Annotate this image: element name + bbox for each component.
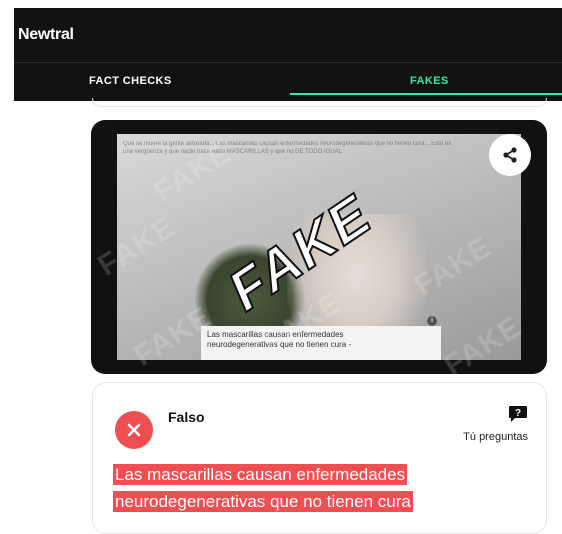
- fake-image-card[interactable]: Que se muere la gente asfixiada... Las m…: [91, 120, 547, 374]
- verdict-card: Falso ? Tú preguntas Las mascarillas cau…: [92, 382, 547, 534]
- question-chat-icon[interactable]: ?: [508, 405, 528, 423]
- newtral-logo[interactable]: Newtral: [18, 26, 74, 44]
- false-badge: [115, 411, 153, 449]
- tab-fact-checks[interactable]: FACT CHECKS: [89, 75, 172, 87]
- top-header: Newtral: [14, 8, 562, 62]
- verdict-label: Falso: [168, 409, 205, 425]
- tab-fakes[interactable]: FAKES: [410, 75, 449, 87]
- previous-card-edge: [92, 98, 547, 107]
- claim-text: Las mascarillas causan enfermedades neur…: [113, 461, 443, 515]
- share-button[interactable]: [489, 134, 531, 176]
- active-tab-indicator: [290, 93, 562, 95]
- svg-text:?: ?: [515, 408, 521, 419]
- post-text: Que se muere la gente asfixiada... Las m…: [123, 141, 452, 155]
- tab-bar: FACT CHECKS FAKES: [14, 62, 562, 101]
- info-icon: i: [427, 316, 437, 326]
- ask-label[interactable]: Tú preguntas: [463, 431, 528, 443]
- share-icon: [503, 147, 517, 163]
- close-icon: [127, 423, 141, 437]
- claim-highlight: Las mascarillas causan enfermedades neur…: [113, 464, 413, 512]
